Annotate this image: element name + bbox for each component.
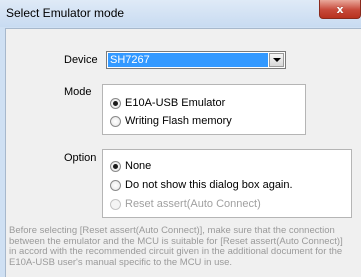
note-line: in accord with the recommended circuit g… bbox=[9, 246, 343, 257]
device-select[interactable]: SH7267 bbox=[106, 51, 286, 69]
device-label: Device bbox=[64, 54, 98, 66]
mode-option-e10a-usb[interactable]: E10A-USB Emulator bbox=[110, 97, 300, 111]
reset-assert-note: Before selecting [Reset assert(Auto Conn… bbox=[9, 225, 360, 268]
mode-option-label: Writing Flash memory bbox=[125, 115, 232, 127]
radio-button-writing-flash[interactable] bbox=[110, 116, 121, 127]
dropdown-button[interactable] bbox=[269, 53, 284, 67]
close-icon: x bbox=[336, 2, 344, 16]
device-select-value: SH7267 bbox=[108, 53, 268, 67]
radio-button-none[interactable] bbox=[110, 161, 121, 172]
option-reset-assert: Reset assert(Auto Connect) bbox=[110, 198, 346, 212]
mode-label: Mode bbox=[64, 86, 92, 98]
option-group: None Do not show this dialog box again. … bbox=[102, 149, 352, 218]
option-reset-assert-label: Reset assert(Auto Connect) bbox=[125, 198, 261, 210]
radio-button-reset-assert bbox=[110, 199, 121, 210]
dialog-window: Select Emulator mode x Device SH7267 Mod… bbox=[0, 0, 361, 277]
option-none[interactable]: None bbox=[110, 160, 346, 174]
close-button[interactable]: x bbox=[319, 0, 361, 19]
mode-option-writing-flash[interactable]: Writing Flash memory bbox=[110, 115, 300, 129]
note-line: Before selecting [Reset assert(Auto Conn… bbox=[9, 225, 335, 236]
title-bar[interactable]: Select Emulator mode x bbox=[0, 0, 361, 27]
option-none-label: None bbox=[125, 160, 152, 172]
radio-button-do-not-show[interactable] bbox=[110, 180, 121, 191]
option-do-not-show-label: Do not show this dialog box again. bbox=[125, 179, 293, 191]
window-title: Select Emulator mode bbox=[6, 6, 125, 20]
mode-option-label: E10A-USB Emulator bbox=[125, 97, 226, 109]
option-do-not-show-again[interactable]: Do not show this dialog box again. bbox=[110, 179, 346, 193]
dialog-body: Device SH7267 Mode E10A-USB Emulator Wri… bbox=[5, 28, 361, 277]
option-label: Option bbox=[64, 152, 97, 164]
radio-button-e10a-usb[interactable] bbox=[110, 98, 121, 109]
note-line: E10A-USB user's manual specific to the M… bbox=[9, 256, 233, 268]
mode-group: E10A-USB Emulator Writing Flash memory bbox=[102, 84, 306, 135]
chevron-down-icon bbox=[273, 58, 281, 62]
